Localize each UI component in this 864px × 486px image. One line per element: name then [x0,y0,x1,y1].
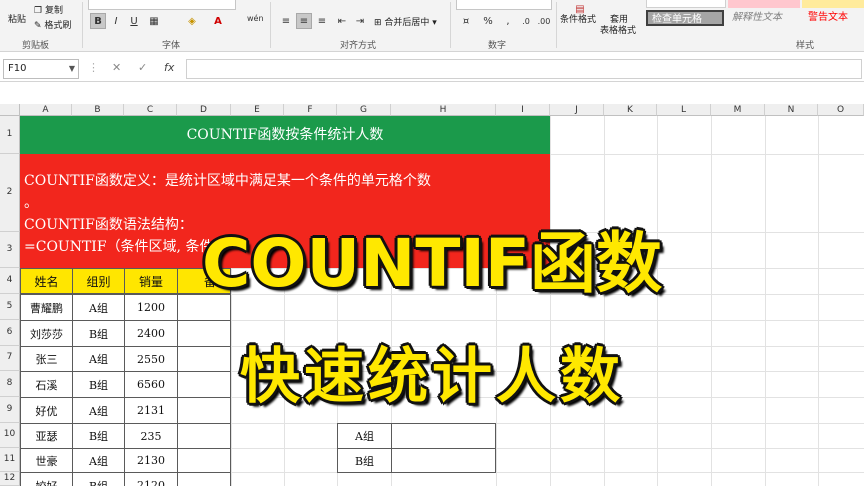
format-painter-label: 格式刷 [44,21,72,31]
comma-style-icon[interactable]: , [500,13,516,29]
align-right-icon[interactable]: ≡ [314,13,330,29]
phonetic-icon[interactable]: wén [246,10,264,26]
table-cell[interactable]: 姣好 [20,472,73,486]
summary-group-cell[interactable]: A组 [337,423,392,449]
increase-decimal-icon[interactable]: .0 [518,13,534,29]
summary-count-cell[interactable] [391,423,496,449]
ribbon-separator [556,2,557,48]
table-cell[interactable]: B组 [72,472,125,486]
style-neutral[interactable] [802,0,864,8]
style-normal[interactable] [646,0,726,8]
column-header[interactable]: D [177,104,231,116]
ribbon-separator [270,2,271,48]
underline-button[interactable]: U [126,13,142,29]
formula-bar: F10 ▼ ⋮ ✕ ✓ fx [0,56,864,82]
formula-input[interactable] [186,59,862,79]
column-header[interactable]: I [496,104,550,116]
style-warning-text[interactable]: 警告文本 [804,10,864,26]
paste-button[interactable]: 粘贴 [8,12,26,25]
conditional-format-button[interactable]: 条件格式 [560,12,596,25]
percent-button[interactable]: % [480,13,496,29]
column-header[interactable]: M [711,104,765,116]
cancel-icon[interactable]: ✕ [112,61,121,74]
table-cell[interactable] [177,448,231,473]
ribbon: 粘贴 ❐ 复制 ✎ 格式刷 剪贴板 B I U ▦ ◈ A wén 字体 ≡ ≡… [0,0,864,52]
table-cell[interactable]: 2120 [124,472,178,486]
table-cell[interactable]: B组 [72,423,125,449]
table-cell[interactable]: 亚瑟 [20,423,73,449]
align-center-icon[interactable]: ≡ [296,13,312,29]
ribbon-separator [82,2,83,48]
column-header[interactable]: A [20,104,72,116]
more-icon: ⋮ [88,61,99,74]
summary-group-cell[interactable]: B组 [337,448,392,473]
column-header[interactable]: J [550,104,604,116]
table-cell[interactable]: 2130 [124,448,178,473]
border-icon[interactable]: ▦ [146,13,162,29]
overlay-title: COUNTIF函数 [201,225,663,302]
row-header[interactable]: 12 [0,472,20,486]
enter-icon[interactable]: ✓ [138,61,147,74]
insert-function-icon[interactable]: fx [164,61,174,74]
definition-wrap: 。 [24,195,38,211]
table-cell[interactable]: 世豪 [20,448,73,473]
increase-indent-icon[interactable]: ⇥ [352,13,368,29]
merge-center-label: 合并后居中 [384,18,430,28]
style-check-cell[interactable]: 检查单元格 [646,10,724,26]
decrease-decimal-icon[interactable]: .00 [536,13,552,29]
align-left-icon[interactable]: ≡ [278,13,294,29]
column-header[interactable]: B [72,104,124,116]
fill-color-icon[interactable]: ◈ [184,13,200,29]
name-box-value: F10 [8,63,27,74]
italic-button[interactable]: I [108,13,124,29]
copy-icon: ❐ [34,6,43,16]
styles-group-label: 样式 [796,41,815,51]
table-cell[interactable]: A组 [72,448,125,473]
bold-button[interactable]: B [90,13,106,29]
style-bad[interactable] [728,0,800,8]
column-header[interactable]: N [765,104,818,116]
font-group-label: 字体 [162,41,181,51]
column-header[interactable]: O [818,104,864,116]
font-name-box[interactable] [88,0,236,10]
font-color-icon[interactable]: A [210,13,226,29]
ribbon-separator [450,2,451,48]
alignment-group-label: 对齐方式 [340,41,377,51]
table-format-label: 表格格式 [600,26,637,36]
column-header[interactable]: H [391,104,496,116]
decrease-indent-icon[interactable]: ⇤ [334,13,350,29]
row-header[interactable]: 11 [0,448,20,472]
column-header[interactable]: G [337,104,391,116]
merge-center-button[interactable]: ⊞ 合并后居中 ▾ [374,15,437,28]
format-painter-button[interactable]: ✎ 格式刷 [34,18,71,31]
column-header[interactable]: C [124,104,177,116]
column-header[interactable]: L [657,104,711,116]
column-header[interactable]: K [604,104,657,116]
table-cell[interactable] [177,423,231,449]
summary-count-cell[interactable] [391,448,496,473]
row-header[interactable]: 2 [0,154,20,232]
copy-button[interactable]: ❐ 复制 [34,3,63,16]
style-explanatory-text[interactable]: 解释性文本 [728,10,800,26]
row-header[interactable]: 10 [0,423,20,448]
row-header[interactable]: 1 [0,116,20,154]
table-cell[interactable] [177,472,231,486]
currency-icon[interactable]: ¤ [458,13,474,29]
merge-icon: ⊞ [374,18,382,28]
column-header[interactable]: E [231,104,284,116]
number-group-label: 数字 [488,41,507,51]
table-cell[interactable]: 235 [124,423,178,449]
copy-label: 复制 [44,6,63,16]
definition-text: COUNTIF函数定义：是统计区域中满足某一个条件的单元格个数 [24,173,431,189]
chevron-down-icon[interactable]: ▼ [69,60,75,78]
number-format-box[interactable] [456,0,552,10]
brush-icon: ✎ [34,21,42,31]
sheet-title[interactable]: COUNTIF函数按条件统计人数 [20,116,550,154]
name-box[interactable]: F10 ▼ [3,59,79,79]
clipboard-group-label: 剪贴板 [22,41,50,51]
overlay-subtitle: 快速统计人数 [240,342,624,412]
column-header[interactable]: F [284,104,337,116]
